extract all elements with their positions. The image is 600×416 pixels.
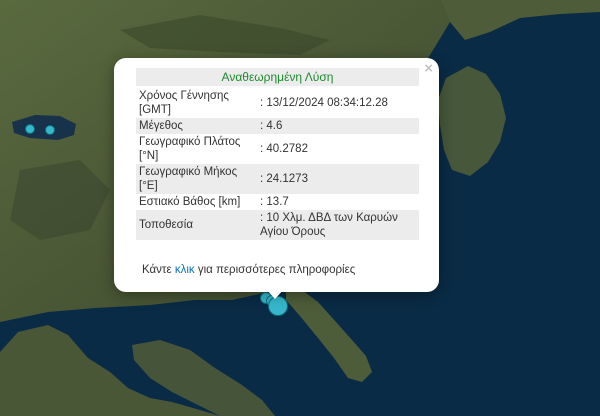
row-value: : 24.1273 xyxy=(254,164,419,194)
earthquake-marker[interactable] xyxy=(25,124,35,134)
row-value: : 4.6 xyxy=(254,118,419,134)
popup-title: Αναθεωρημένη Λύση xyxy=(136,68,419,86)
event-details-table: Χρόνος Γέννησης [GMT] : 13/12/2024 08:34… xyxy=(136,88,419,240)
row-value: : 10 Χλμ. ΔΒΔ των Καρυών Αγίου Όρους xyxy=(254,210,419,240)
table-row: Τοποθεσία : 10 Χλμ. ΔΒΔ των Καρυών Αγίου… xyxy=(136,210,419,240)
row-label: Τοποθεσία xyxy=(136,210,254,240)
event-popup: × Αναθεωρημένη Λύση Χρόνος Γέννησης [GMT… xyxy=(114,58,439,292)
more-info-prefix: Κάντε xyxy=(142,264,172,276)
row-value: : 13/12/2024 08:34:12.28 xyxy=(260,97,388,109)
table-row: Γεωγραφικό Μήκος [°E] : 24.1273 xyxy=(136,164,419,194)
more-info-text: Κάντε κλικ για περισσότερες πληροφορίες xyxy=(142,264,355,276)
close-icon[interactable]: × xyxy=(424,61,433,77)
row-value: : 40.2782 xyxy=(260,143,308,155)
table-row: Γεωγραφικό Πλάτος [°N] : 40.2782 xyxy=(136,134,419,164)
earthquake-marker[interactable] xyxy=(45,125,55,135)
more-info-suffix: για περισσότερες πληροφορίες xyxy=(197,264,356,276)
row-label: Γεωγραφικό Μήκος [°E] xyxy=(136,164,254,194)
selected-earthquake-marker[interactable] xyxy=(268,296,288,316)
table-row: Μέγεθος : 4.6 xyxy=(136,118,419,134)
row-label: Γεωγραφικό Πλάτος [°N] xyxy=(139,136,241,162)
more-info-link[interactable]: κλικ xyxy=(175,264,195,276)
row-label: Εστιακό Βάθος [km] xyxy=(139,196,241,208)
row-label: Μέγεθος xyxy=(136,118,254,134)
row-label: Χρόνος Γέννησης [GMT] xyxy=(139,90,229,116)
row-value: : 13.7 xyxy=(260,196,289,208)
table-row: Εστιακό Βάθος [km] : 13.7 xyxy=(136,194,419,210)
popup-tip xyxy=(266,289,284,299)
table-row: Χρόνος Γέννησης [GMT] : 13/12/2024 08:34… xyxy=(136,88,419,118)
